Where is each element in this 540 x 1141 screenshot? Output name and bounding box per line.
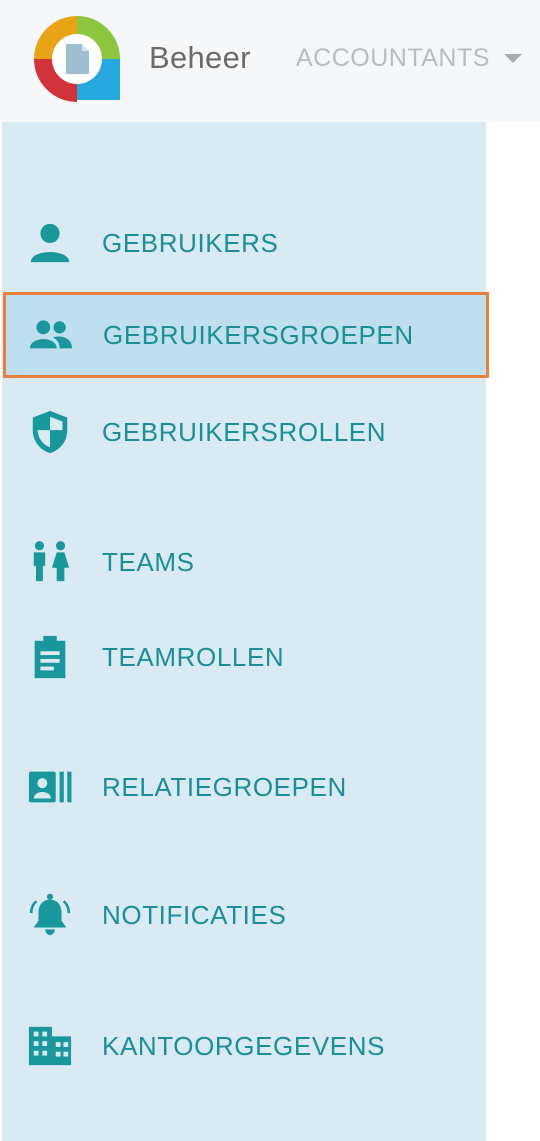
user-icon: [27, 220, 73, 266]
team-people-icon: [27, 539, 73, 585]
app-logo-icon: [34, 16, 120, 102]
app-title: Beheer: [149, 40, 251, 75]
sidebar-item-gebruikersgroepen[interactable]: GEBRUIKERSGROEPEN: [3, 292, 489, 378]
sidebar-item-label: NOTIFICATIES: [102, 899, 287, 930]
organization-dropdown-label: ACCOUNTANTS: [296, 44, 490, 72]
sidebar-item-label: TEAMS: [102, 546, 195, 577]
sidebar-item-gebruikers[interactable]: GEBRUIKERS: [2, 203, 486, 283]
shield-icon: [27, 409, 73, 455]
organization-dropdown[interactable]: ACCOUNTANTS: [296, 44, 522, 73]
sidebar-item-label: GEBRUIKERSROLLEN: [102, 416, 387, 447]
sidebar-item-label: GEBRUIKERS: [102, 227, 279, 258]
sidebar-item-teams[interactable]: TEAMS: [2, 522, 486, 602]
sidebar-item-label: RELATIEGROEPEN: [102, 771, 347, 802]
chevron-down-icon: [503, 54, 522, 63]
office-building-icon: [27, 1023, 73, 1069]
sidebar-item-label: GEBRUIKERSGROEPEN: [103, 319, 414, 350]
sidebar-item-notificaties[interactable]: NOTIFICATIES: [2, 875, 486, 955]
sidebar-item-kantoorgegevens[interactable]: KANTOORGEGEVENS: [2, 1006, 486, 1086]
user-group-icon: [28, 312, 74, 358]
bell-icon: [27, 892, 73, 938]
app-logo[interactable]: [30, 12, 124, 104]
sidebar-item-label: KANTOORGEGEVENS: [102, 1030, 386, 1061]
sidebar-nav: GEBRUIKERS GEBRUIKERSGROEPEN GEBRUIKERSR…: [2, 122, 489, 1141]
sidebar-item-teamrollen[interactable]: TEAMROLLEN: [2, 617, 486, 697]
top-bar: Beheer ACCOUNTANTS: [0, 0, 540, 122]
sidebar-item-relatiegroepen[interactable]: RELATIEGROEPEN: [2, 747, 486, 827]
contact-card-icon: [27, 764, 73, 810]
clipboard-icon: [27, 634, 73, 680]
sidebar-item-gebruikersrollen[interactable]: GEBRUIKERSROLLEN: [2, 392, 486, 472]
sidebar-item-label: TEAMROLLEN: [102, 641, 285, 672]
